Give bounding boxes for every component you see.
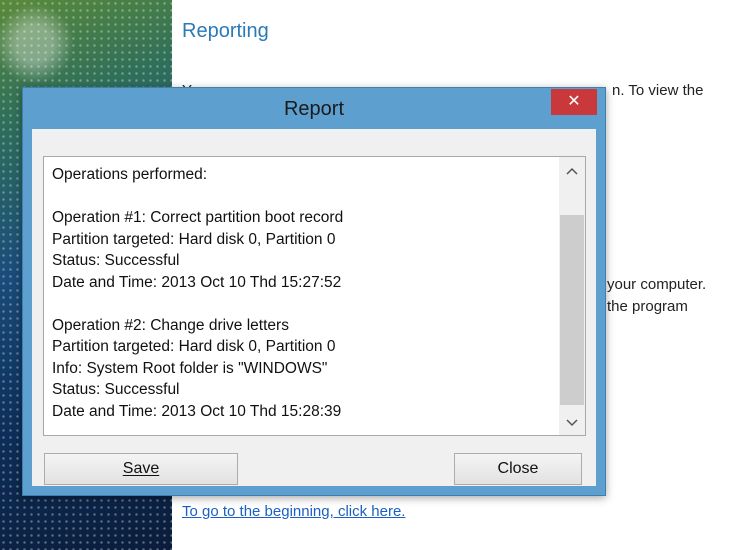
report-line: Operation #2: Change drive letters: [52, 316, 289, 334]
report-line: Date and Time: 2013 Oct 10 Thd 15:27:52: [52, 273, 342, 291]
vertical-scrollbar[interactable]: [559, 157, 585, 435]
report-line: Info: System Root folder is "WINDOWS": [52, 359, 328, 377]
body-text-fragment: the program: [607, 298, 688, 315]
report-line: Partition targeted: Hard disk 0, Partiti…: [52, 338, 336, 355]
report-line: Operation #1: Correct partition boot rec…: [52, 209, 344, 226]
close-button[interactable]: Close: [454, 453, 582, 485]
close-button-label: Close: [497, 460, 539, 477]
report-line: Date and Time: 2013 Oct 10 Thd 15:28:39: [52, 402, 342, 420]
report-textbox[interactable]: Operations performed: Operation #1: Corr…: [43, 156, 586, 436]
report-dialog: Report ✕ Operations performed: Operation…: [22, 87, 606, 496]
dialog-title: Report: [283, 98, 345, 120]
dialog-titlebar[interactable]: Report ✕: [23, 88, 605, 128]
save-button-label: Save: [122, 460, 160, 477]
page-heading: Reporting: [182, 20, 269, 42]
body-text-fragment: your computer.: [607, 276, 707, 293]
report-line: [52, 186, 557, 208]
report-line: Operations performed:: [52, 166, 208, 183]
report-text: Operations performed: Operation #1: Corr…: [52, 164, 557, 434]
scrollbar-thumb[interactable]: [560, 215, 584, 405]
close-icon[interactable]: ✕: [551, 89, 597, 115]
report-line: [52, 293, 557, 315]
save-button[interactable]: Save: [44, 453, 238, 485]
report-line: Status: Successful: [52, 252, 180, 269]
report-line: Partition targeted: Hard disk 0, Partiti…: [52, 230, 336, 248]
go-to-beginning-link[interactable]: To go to the beginning, click here.: [182, 503, 405, 520]
body-text-fragment: n. To view the: [612, 82, 704, 99]
chevron-up-icon[interactable]: [559, 159, 585, 183]
dialog-client-area: Operations performed: Operation #1: Corr…: [32, 129, 596, 486]
report-line: Status: Successful: [52, 381, 180, 398]
chevron-down-icon[interactable]: [559, 411, 585, 435]
